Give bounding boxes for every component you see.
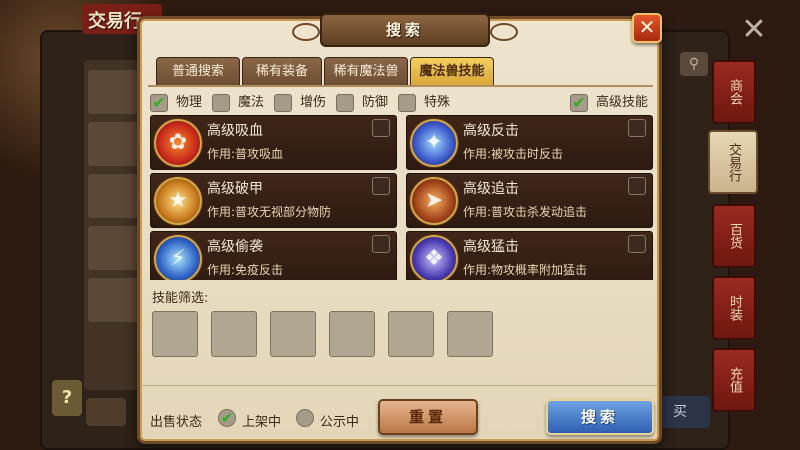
tab-divider xyxy=(148,85,653,87)
skill-name: 高级追击 xyxy=(463,181,519,197)
side-tab-fashion[interactable]: 时装 xyxy=(712,276,756,340)
search-dialog: 搜索 ✕ 普通搜索 稀有装备 稀有魔法兽 魔法兽技能 ✔ 物理 魔法 增伤 防御… xyxy=(137,13,662,444)
skill-name: 高级偷袭 xyxy=(207,239,263,255)
side-tab-guild[interactable]: 商会 xyxy=(712,60,756,124)
skill-filter-slot[interactable] xyxy=(447,311,493,357)
skill-effect: 作用:普攻吸血 xyxy=(207,147,284,161)
skill-card[interactable]: ✦ 高级反击 作用:被攻击时反击 xyxy=(406,115,653,170)
filter-defense-checkbox[interactable] xyxy=(336,94,354,112)
filter-advanced-checkbox[interactable]: ✔ xyxy=(570,94,588,112)
skill-name: 高级猛击 xyxy=(463,239,519,255)
skill-select-checkbox[interactable] xyxy=(628,119,646,137)
sale-status-label: 出售状态 xyxy=(150,415,203,430)
skill-select-checkbox[interactable] xyxy=(372,177,390,195)
sneak-attack-icon: ⚡ xyxy=(154,235,202,280)
pursuit-icon: ➤ xyxy=(410,177,458,225)
skill-filter-slot[interactable] xyxy=(152,311,198,357)
reset-button[interactable]: 重置 xyxy=(378,399,478,435)
close-button[interactable]: ✕ xyxy=(632,13,662,43)
skill-select-checkbox[interactable] xyxy=(628,235,646,253)
item-category-row[interactable] xyxy=(88,174,140,218)
side-tab-general-store[interactable]: 百货 xyxy=(712,204,756,268)
footer-divider xyxy=(140,385,659,386)
armor-break-icon: ★ xyxy=(154,177,202,225)
filter-magic-label: 魔法 xyxy=(238,95,265,110)
item-category-row[interactable] xyxy=(88,278,140,322)
skill-card[interactable]: ★ 高级破甲 作用:普攻无视部分物防 xyxy=(150,173,397,228)
search-button[interactable]: 搜索 xyxy=(546,399,654,435)
status-listed-label: 上架中 xyxy=(242,415,282,430)
skill-filter-slot[interactable] xyxy=(388,311,434,357)
skill-filter-label: 技能筛选: xyxy=(152,291,209,306)
skill-name: 高级吸血 xyxy=(207,123,263,139)
filter-advanced-label: 高级技能 xyxy=(596,95,649,110)
skill-name: 高级反击 xyxy=(463,123,519,139)
blood-swirl-icon: ✿ xyxy=(154,119,202,167)
counter-strike-icon: ✦ xyxy=(410,119,458,167)
skill-type-filters: ✔ 物理 魔法 增伤 防御 特殊 ✔ 高级技能 xyxy=(150,93,655,113)
skill-select-checkbox[interactable] xyxy=(628,177,646,195)
skill-card[interactable]: ⚡ 高级偷袭 作用:免疫反击 xyxy=(150,231,397,280)
item-category-row[interactable] xyxy=(88,70,140,114)
tab-normal-search[interactable]: 普通搜索 xyxy=(156,57,240,85)
skill-card[interactable]: ❖ 高级猛击 作用:物攻概率附加猛击 xyxy=(406,231,653,280)
skill-effect: 作用:物攻概率附加猛击 xyxy=(463,263,588,277)
item-category-row[interactable] xyxy=(88,226,140,270)
filter-damage-boost-checkbox[interactable] xyxy=(274,94,292,112)
skill-card[interactable]: ✿ 高级吸血 作用:普攻吸血 xyxy=(150,115,397,170)
side-tab-bar: 商会 交易行 百货 时装 充值 xyxy=(708,60,758,420)
filter-special-checkbox[interactable] xyxy=(398,94,416,112)
skill-filter-slot[interactable] xyxy=(329,311,375,357)
filter-physical-checkbox[interactable]: ✔ xyxy=(150,94,168,112)
skill-filter-slot[interactable] xyxy=(211,311,257,357)
filter-defense-label: 防御 xyxy=(362,95,389,110)
filter-special-label: 特殊 xyxy=(424,95,451,110)
skill-select-checkbox[interactable] xyxy=(372,235,390,253)
tab-beast-skill[interactable]: 魔法兽技能 xyxy=(410,57,494,85)
dialog-title: 搜索 xyxy=(292,13,518,47)
skill-effect: 作用:普攻击杀发动追击 xyxy=(463,205,588,219)
filter-damage-boost-label: 增伤 xyxy=(300,95,327,110)
tab-rare-beast[interactable]: 稀有魔法兽 xyxy=(324,57,408,85)
skill-effect: 作用:免疫反击 xyxy=(207,263,284,277)
status-public-label: 公示中 xyxy=(320,415,360,430)
search-icon[interactable]: ⚲ xyxy=(680,52,708,76)
status-listed-radio[interactable]: ✔ xyxy=(218,409,236,427)
skill-name: 高级破甲 xyxy=(207,181,263,197)
side-tab-trading-post[interactable]: 交易行 xyxy=(708,130,758,194)
gold-coin-icon xyxy=(86,398,126,426)
status-public-radio[interactable] xyxy=(296,409,314,427)
skill-list[interactable]: ✿ 高级吸血 作用:普攻吸血 ✦ 高级反击 作用:被攻击时反击 ★ 高级破甲 作… xyxy=(150,115,655,280)
tab-rare-equipment[interactable]: 稀有装备 xyxy=(242,57,322,85)
help-button[interactable]: ? xyxy=(52,380,82,416)
filter-magic-checkbox[interactable] xyxy=(212,94,230,112)
skill-select-checkbox[interactable] xyxy=(372,119,390,137)
skill-card[interactable]: ➤ 高级追击 作用:普攻击杀发动追击 xyxy=(406,173,653,228)
side-tab-recharge[interactable]: 充值 xyxy=(712,348,756,412)
heavy-strike-icon: ❖ xyxy=(410,235,458,280)
close-icon: ✕ xyxy=(638,15,656,39)
filter-physical-label: 物理 xyxy=(176,95,203,110)
close-icon[interactable]: ✕ xyxy=(740,15,768,45)
skill-filter-slot[interactable] xyxy=(270,311,316,357)
item-category-row[interactable] xyxy=(88,122,140,166)
skill-effect: 作用:被攻击时反击 xyxy=(463,147,564,161)
skill-effect: 作用:普攻无视部分物防 xyxy=(207,205,332,219)
